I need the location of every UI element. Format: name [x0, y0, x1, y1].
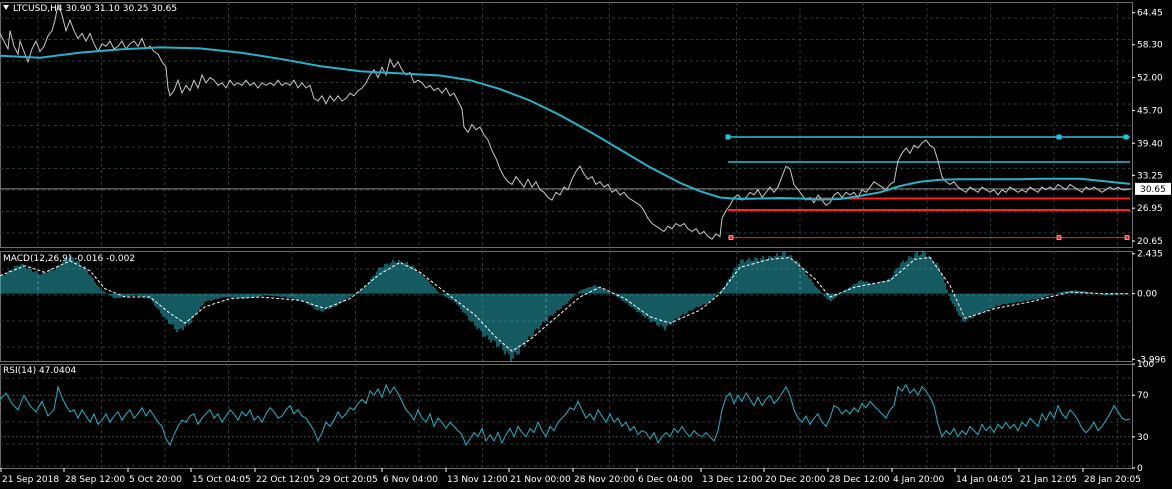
price-panel-title: LTCUSD,H4 30.90 31.10 30.25 30.65: [13, 4, 177, 14]
macd-tick-label: 0.00: [1137, 290, 1157, 300]
price-tick-label: 64.45: [1137, 9, 1163, 19]
price-tick-label: 45.70: [1137, 106, 1163, 116]
time-tick-label: 13 Nov 12:00: [447, 475, 508, 485]
time-tick-label: 4 Jan 20:00: [893, 475, 945, 485]
rsi-panel-title: RSI(14) 47.0404: [3, 366, 76, 376]
rsi-tick-label: 30: [1137, 433, 1149, 443]
time-tick-label: 28 Sep 12:00: [65, 475, 125, 485]
rsi-tick-label: 70: [1137, 391, 1149, 401]
time-tick-label: 20 Dec 20:00: [765, 475, 826, 485]
time-tick-label: 28 Nov 20:00: [574, 475, 635, 485]
time-tick-label: 28 Dec 12:00: [829, 475, 890, 485]
time-tick-label: 6 Nov 04:00: [383, 475, 438, 485]
macd-tick-label: 2.435: [1137, 250, 1163, 260]
line-anchor-handle[interactable]: [1124, 235, 1130, 240]
time-tick-label: 22 Oct 12:05: [256, 475, 315, 485]
line-anchor-handle[interactable]: [1056, 235, 1062, 240]
time-tick-label: 6 Dec 04:00: [638, 475, 693, 485]
rsi-tick-label: 100: [1137, 360, 1154, 370]
price-tick-label: 20.65: [1137, 237, 1163, 247]
time-tick-label: 21 Jan 12:05: [1020, 475, 1077, 485]
time-tick-label: 5 Oct 20:00: [129, 475, 182, 485]
time-tick-label: 21 Nov 00:00: [510, 475, 571, 485]
price-tick-label: 26.95: [1137, 204, 1163, 214]
line-anchor-handle[interactable]: [725, 134, 731, 140]
line-anchor-handle[interactable]: [1123, 134, 1129, 140]
time-tick-label: 13 Dec 12:00: [702, 475, 763, 485]
line-anchor-handle[interactable]: [1056, 134, 1062, 140]
trading-chart[interactable]: LTCUSD,H4 30.90 31.10 30.25 30.65 64.45 5…: [0, 0, 1172, 489]
time-tick-label: 28 Jan 20:05: [1084, 475, 1141, 485]
time-tick-label: 21 Sep 2018: [2, 475, 59, 485]
rsi-tick-label: 0: [1137, 464, 1143, 474]
price-tick-label: 33.25: [1137, 171, 1163, 181]
price-tick-label: 39.40: [1137, 139, 1163, 149]
chart-background: [0, 0, 1172, 489]
current-price-marker: 30.65: [1135, 182, 1171, 195]
line-anchor-handle[interactable]: [728, 235, 734, 240]
time-tick-label: 15 Oct 04:05: [192, 475, 251, 485]
current-price-label: 30.65: [1140, 185, 1166, 195]
time-tick-label: 14 Jan 04:05: [956, 475, 1013, 485]
price-tick-label: 52.00: [1137, 74, 1163, 84]
price-tick-label: 58.30: [1137, 41, 1163, 51]
time-tick-label: 29 Oct 20:05: [319, 475, 378, 485]
